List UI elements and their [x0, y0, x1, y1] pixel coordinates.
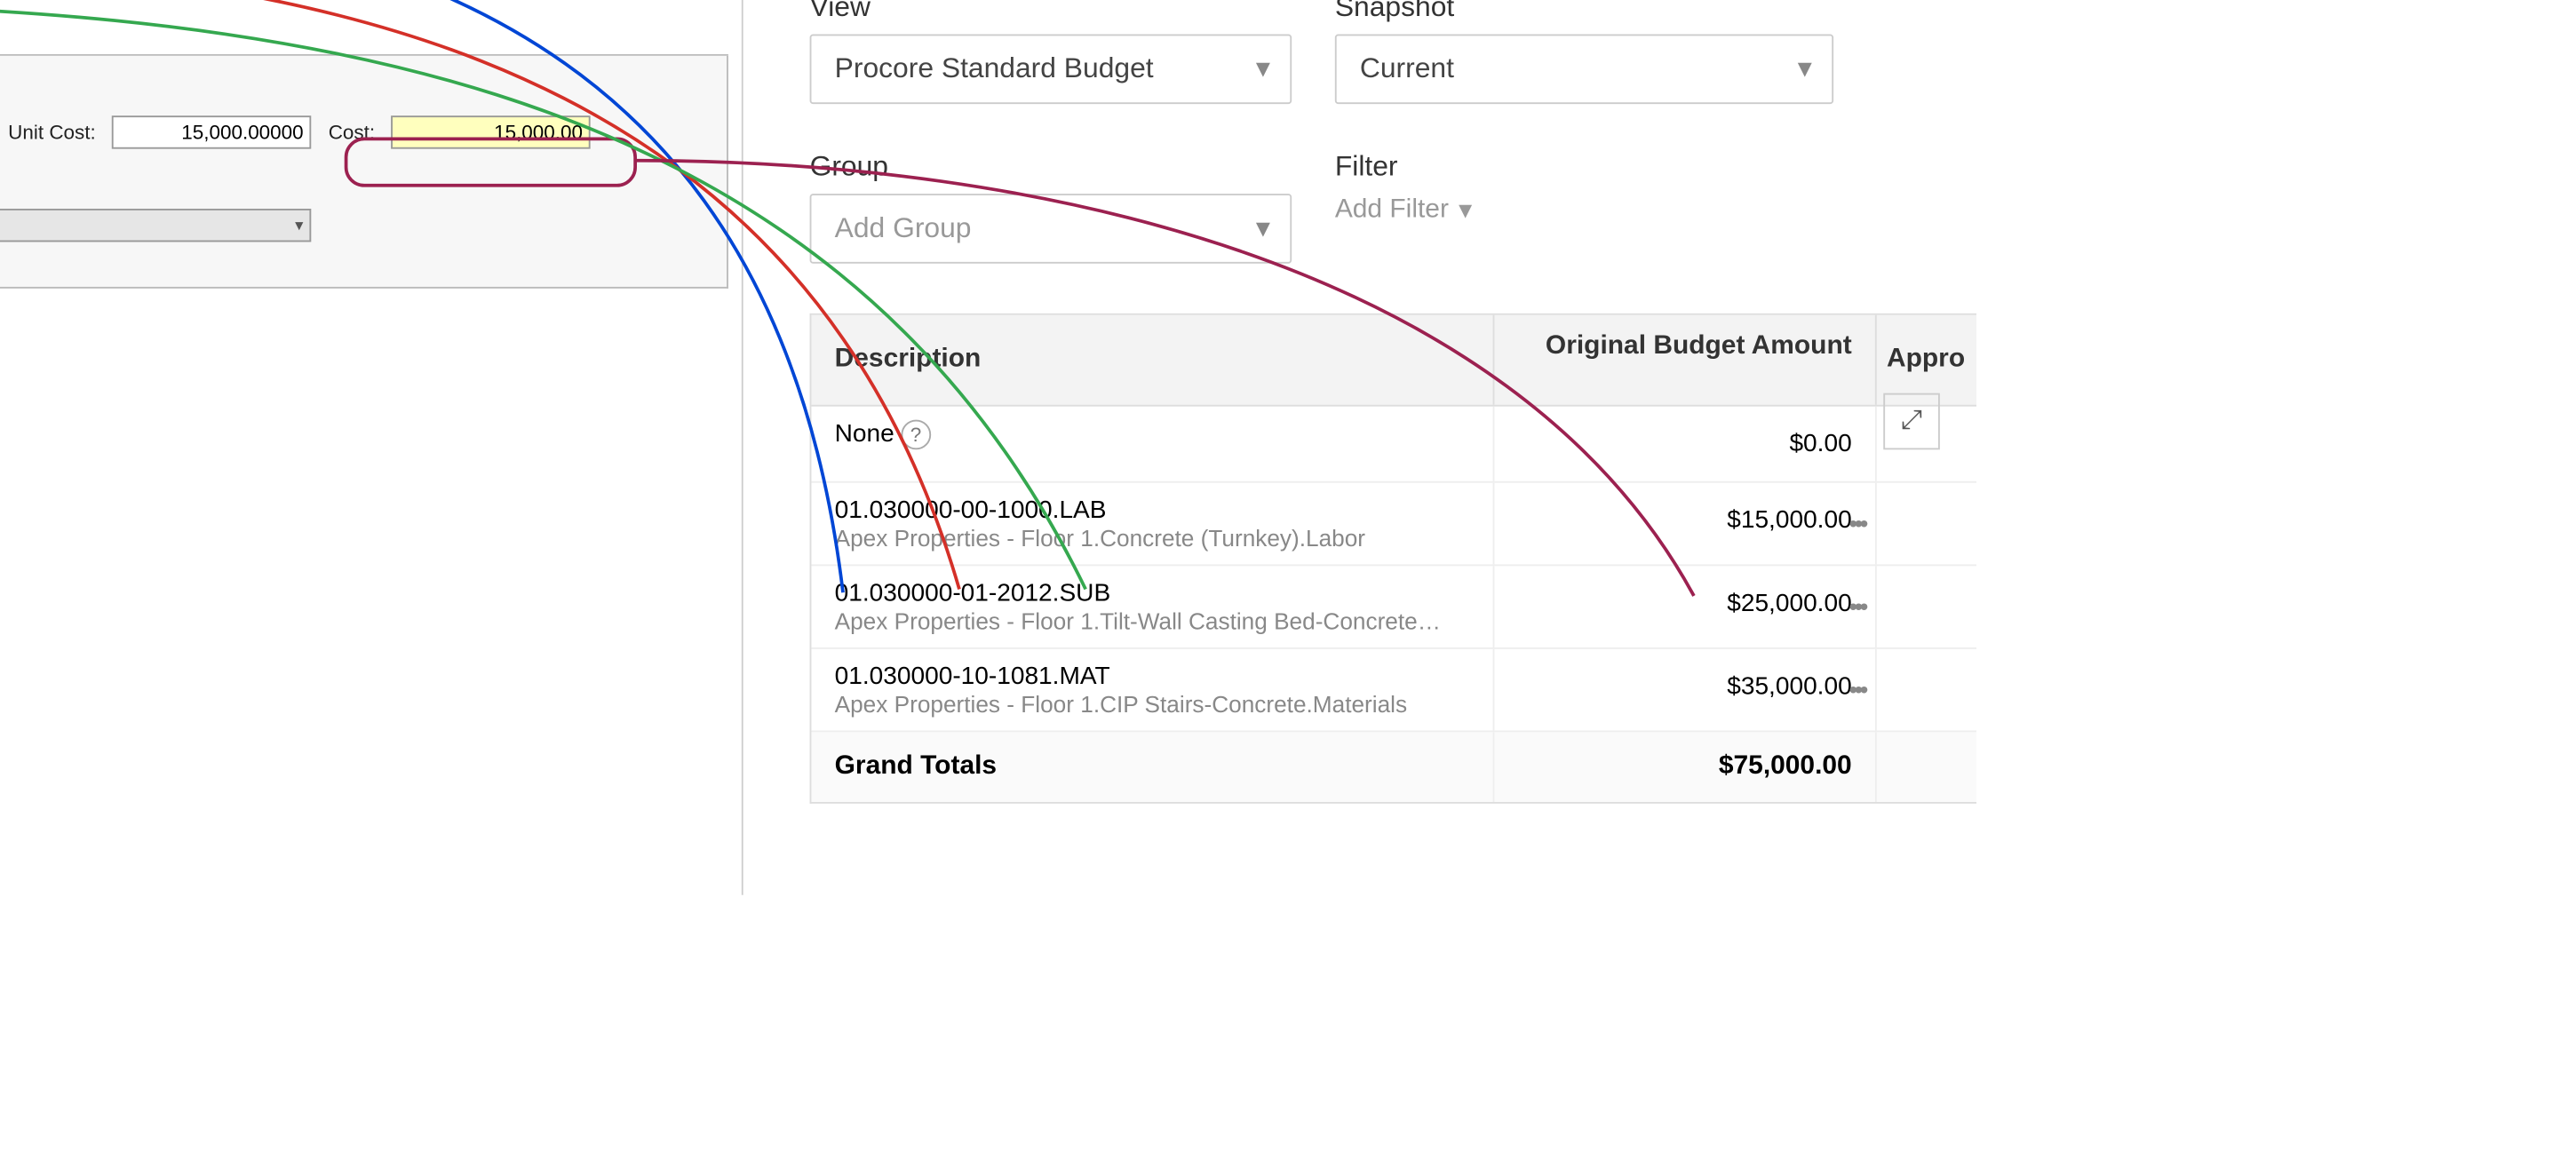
grand-total-label: Grand Totals	[811, 732, 1494, 802]
row-code: 01.030000-10-1081.MAT	[835, 663, 1470, 691]
row-menu-icon[interactable]: •••	[1849, 510, 1864, 538]
expand-icon[interactable]: ⤢	[1883, 393, 1940, 450]
none-amount: $0.00	[1494, 407, 1876, 481]
budget-table: Description Original Budget Amount Appro…	[810, 314, 1976, 804]
row-code: 01.030000-01-2012.SUB	[835, 579, 1470, 607]
view-label: View	[810, 0, 1292, 24]
none-label: None	[835, 420, 894, 449]
grand-total-amount: $75,000.00	[1494, 732, 1876, 802]
table-row[interactable]: 01.030000-01-2012.SUB Apex Properties - …	[811, 566, 1976, 649]
row-code: 01.030000-00-1000.LAB	[835, 496, 1470, 525]
col-description: Description	[811, 315, 1494, 405]
row-menu-icon[interactable]: •••	[1849, 676, 1864, 704]
help-none-icon[interactable]: ?	[901, 420, 931, 450]
snapshot-select[interactable]: Current	[1335, 35, 1833, 105]
row-sub: Apex Properties - Floor 1.CIP Stairs-Con…	[835, 691, 1470, 718]
row-sub: Apex Properties - Floor 1.Tilt-Wall Cast…	[835, 607, 1470, 634]
unitcost-input[interactable]	[112, 115, 312, 148]
row-menu-icon[interactable]: •••	[1849, 592, 1864, 621]
col-approved: Appro	[1877, 315, 1976, 405]
col-amount: Original Budget Amount	[1494, 315, 1876, 405]
table-row[interactable]: 01.030000-10-1081.MAT Apex Properties - …	[811, 649, 1976, 733]
table-row[interactable]: 01.030000-00-1000.LAB Apex Properties - …	[811, 483, 1976, 567]
filter-label: Filter	[1335, 151, 1833, 184]
row-sub: Apex Properties - Floor 1.Concrete (Turn…	[835, 524, 1470, 551]
group-label: Group	[810, 151, 1292, 184]
cost-label: Cost:	[329, 121, 375, 144]
view-select[interactable]: Procore Standard Budget	[810, 35, 1292, 105]
source-select: J-Entered in Job Cost.	[0, 209, 312, 242]
cost-input[interactable]	[392, 115, 592, 148]
add-filter-button[interactable]: Add Filter ▾	[1335, 194, 1833, 226]
snapshot-label: Snapshot	[1335, 0, 1833, 24]
group-select[interactable]: Add Group	[810, 194, 1292, 264]
unitcost-label: Unit Cost:	[8, 121, 96, 144]
